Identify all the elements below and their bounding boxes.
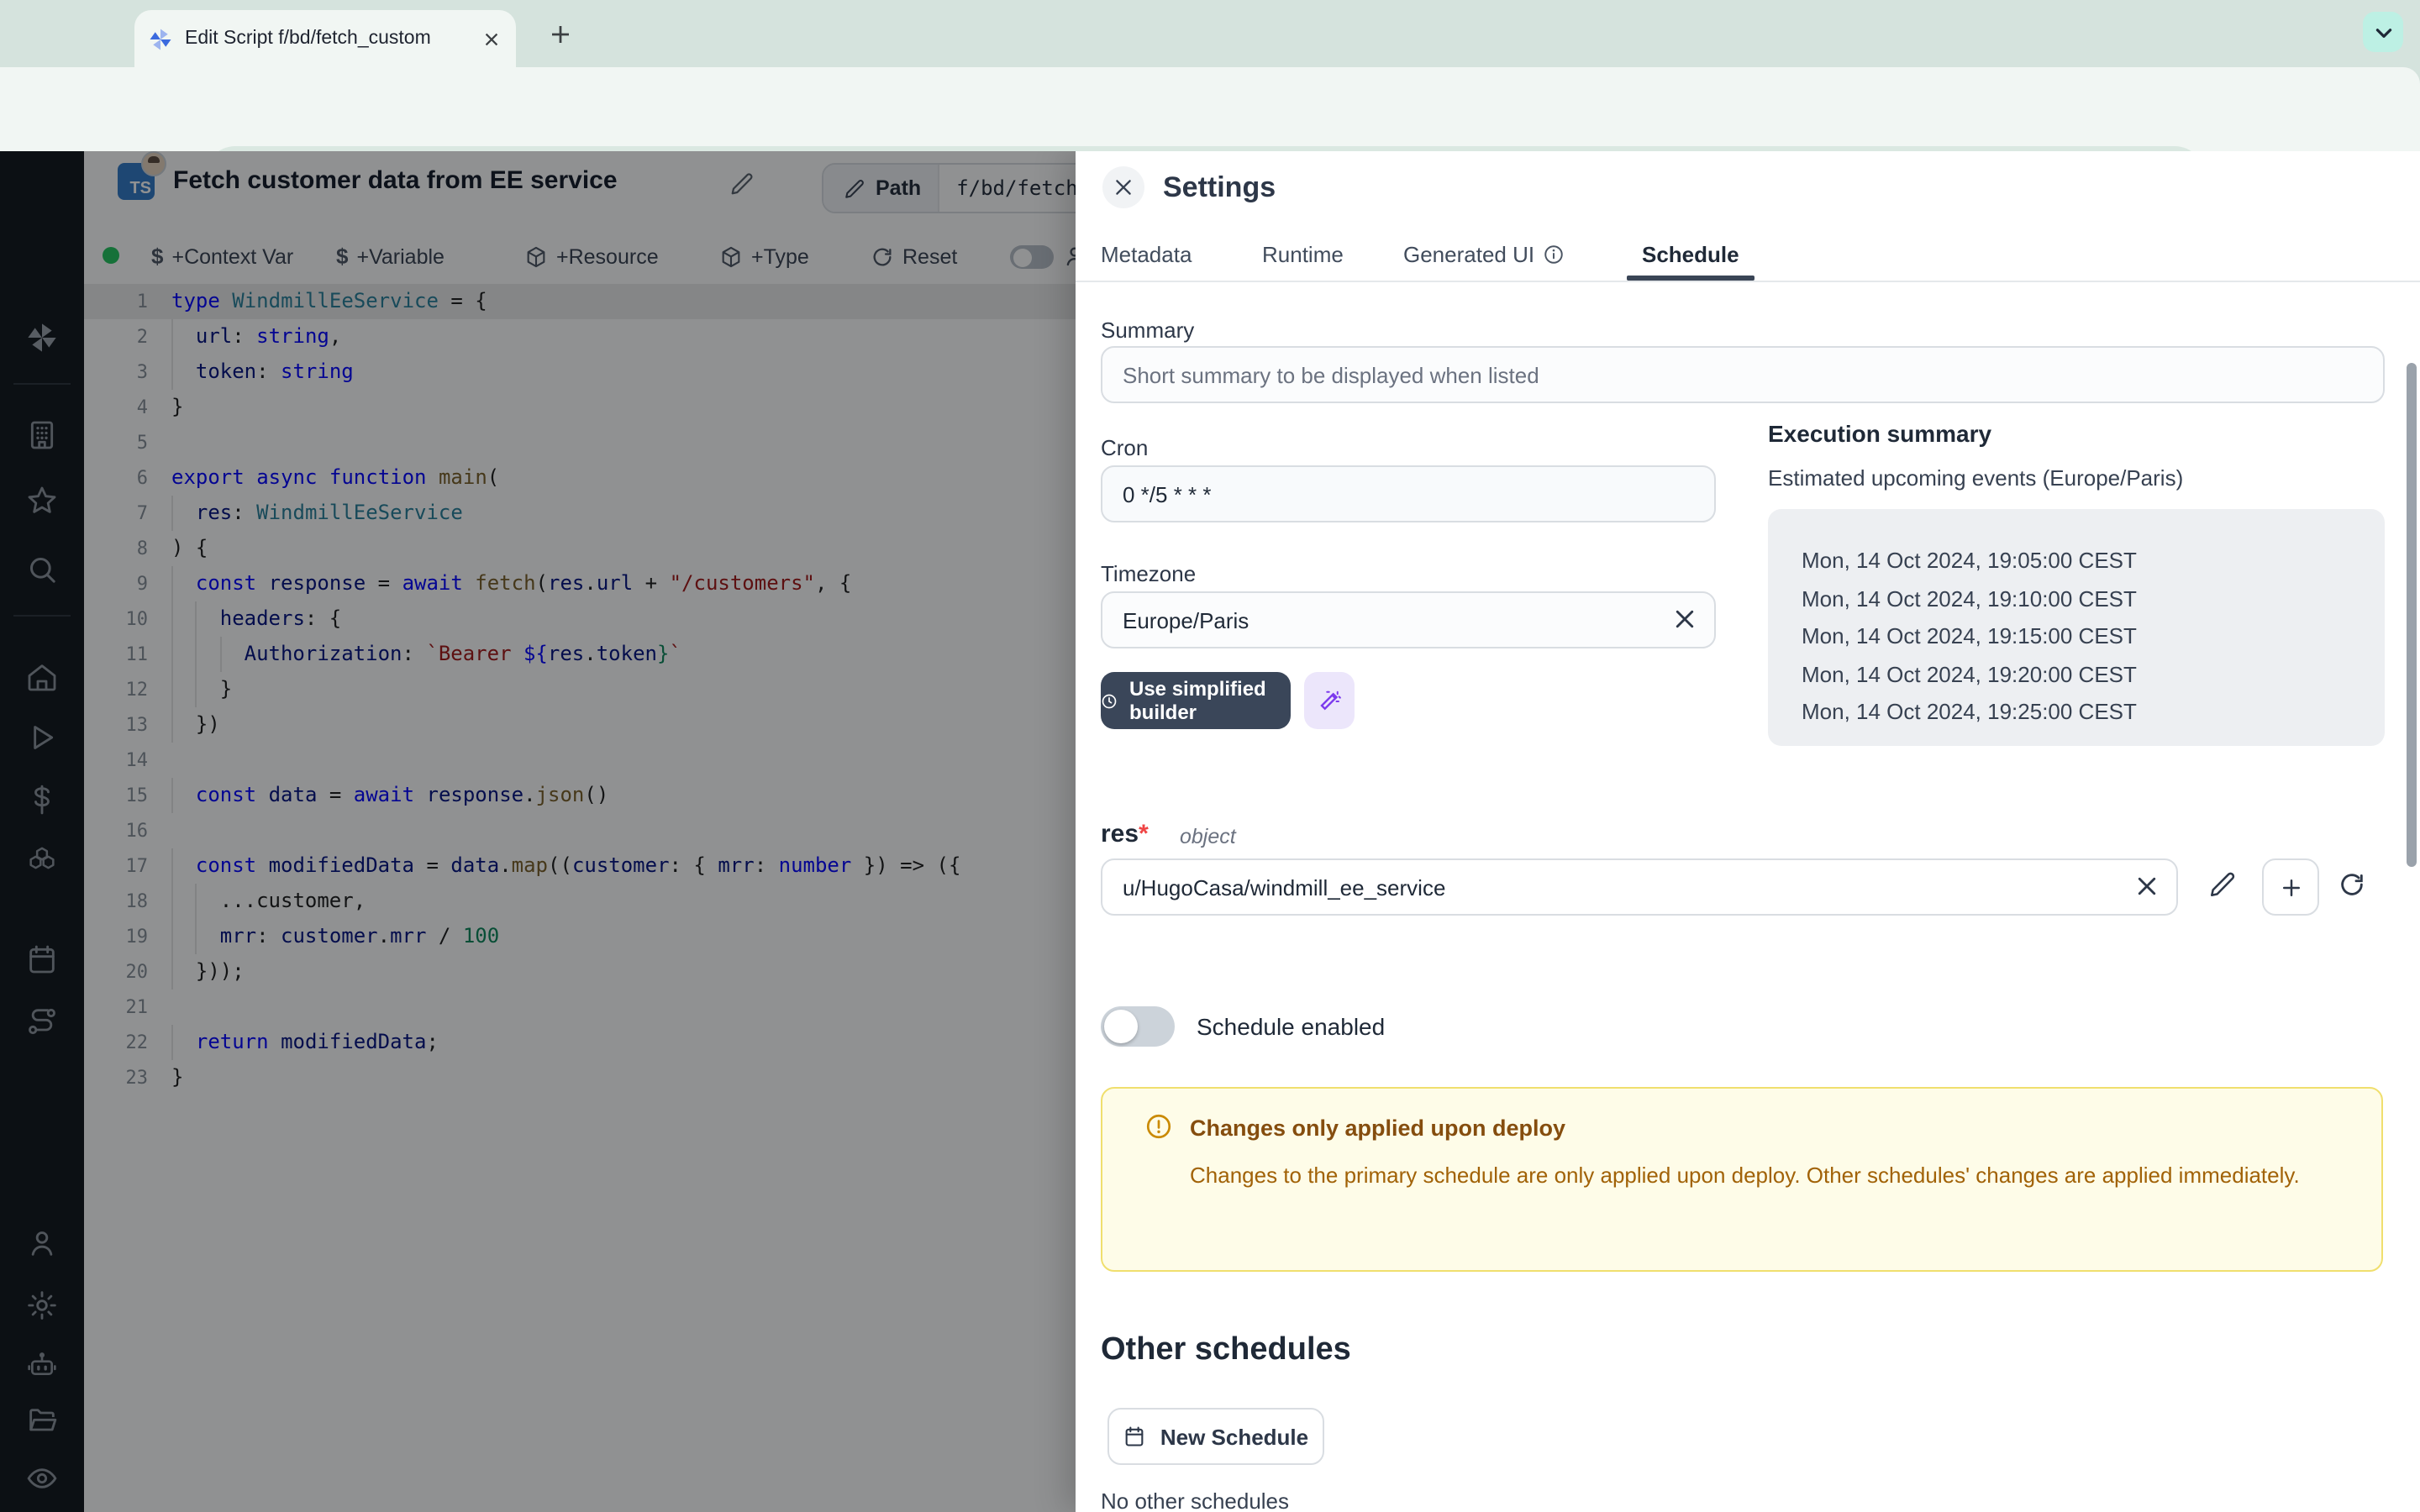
tab-generated-ui[interactable]: Generated UI [1403, 228, 1565, 279]
upcoming-event: Mon, 14 Oct 2024, 19:25:00 CEST [1802, 694, 2385, 732]
upcoming-event: Mon, 14 Oct 2024, 19:10:00 CEST [1802, 580, 2385, 618]
execution-summary-subtitle: Estimated upcoming events (Europe/Paris) [1768, 465, 2183, 491]
tab-close-icon[interactable] [479, 27, 504, 52]
summary-input[interactable] [1101, 346, 2385, 403]
res-arg-name: res* [1101, 820, 1149, 848]
ai-wand-button[interactable] [1304, 672, 1355, 729]
summary-label: Summary [1101, 318, 1194, 343]
add-resource-plus-button[interactable] [2262, 858, 2319, 916]
resource-input[interactable] [1101, 858, 2178, 916]
new-schedule-button[interactable]: New Schedule [1107, 1408, 1324, 1465]
timezone-label: Timezone [1101, 561, 1196, 586]
clock-icon [1101, 690, 1118, 711]
windmill-favicon [148, 26, 173, 51]
upcoming-events-box: Mon, 14 Oct 2024, 19:05:00 CESTMon, 14 O… [1768, 509, 2385, 746]
browser-tab-strip: Edit Script f/bd/fetch_custom [0, 0, 2420, 67]
calendar-icon [1123, 1425, 1147, 1448]
tab-runtime[interactable]: Runtime [1262, 228, 1344, 279]
warning-title: Changes only applied upon deploy [1190, 1116, 1565, 1141]
upcoming-event: Mon, 14 Oct 2024, 19:15:00 CEST [1802, 618, 2385, 656]
edit-resource-pencil-icon[interactable] [2208, 870, 2237, 899]
warning-body: Changes to the primary schedule are only… [1190, 1156, 2349, 1196]
timezone-clear-icon[interactable] [1672, 606, 1699, 633]
use-simplified-builder-button[interactable]: Use simplified builder [1101, 672, 1291, 729]
drawer-scrollbar[interactable] [2407, 363, 2417, 867]
schedule-enabled-toggle[interactable] [1101, 1006, 1175, 1047]
new-tab-icon[interactable] [548, 22, 573, 47]
info-icon [1543, 243, 1565, 265]
tab-title: Edit Script f/bd/fetch_custom [185, 29, 467, 49]
tab-metadata[interactable]: Metadata [1101, 228, 1192, 279]
upcoming-event: Mon, 14 Oct 2024, 19:05:00 CEST [1802, 543, 2385, 580]
plus-icon [2278, 874, 2303, 900]
browser-toolbar: app.windmill.dev/scripts/edit/f/bd/fetch… [0, 67, 2420, 151]
drawer-title: Settings [1163, 171, 1276, 205]
browser-tab[interactable]: Edit Script f/bd/fetch_custom [134, 10, 516, 67]
schedule-enabled-label: Schedule enabled [1197, 1013, 1385, 1040]
deploy-warning-box: Changes only applied upon deploy Changes… [1101, 1087, 2383, 1272]
drawer-close-button[interactable] [1102, 166, 1144, 208]
application-window: Edit Script f/bd/fetch_custom app.windm [0, 0, 2420, 1512]
upcoming-event: Mon, 14 Oct 2024, 19:20:00 CEST [1802, 656, 2385, 694]
no-other-schedules-text: No other schedules [1101, 1488, 1289, 1512]
close-icon [1113, 176, 1134, 198]
cron-input[interactable] [1101, 465, 1716, 522]
resource-clear-icon[interactable] [2134, 874, 2161, 900]
timezone-input[interactable] [1101, 591, 1716, 648]
settings-tabs: Metadata Runtime Generated UI Schedule [1076, 228, 2420, 282]
required-asterisk: * [1139, 820, 1149, 848]
alert-circle-icon [1144, 1112, 1173, 1141]
settings-drawer: Settings Metadata Runtime Generated UI S… [1076, 151, 2420, 1512]
windmill-app: TS Fetch customer data from EE service P… [0, 151, 2420, 1512]
res-arg-type: object [1180, 825, 1236, 848]
execution-summary-title: Execution summary [1768, 420, 1991, 447]
window-chevron-button[interactable] [2363, 12, 2403, 52]
cron-label: Cron [1101, 435, 1148, 460]
tab-schedule[interactable]: Schedule [1642, 228, 1739, 279]
refresh-resource-icon[interactable] [2338, 870, 2366, 899]
magic-wand-icon [1317, 688, 1342, 713]
other-schedules-heading: Other schedules [1101, 1332, 1351, 1369]
